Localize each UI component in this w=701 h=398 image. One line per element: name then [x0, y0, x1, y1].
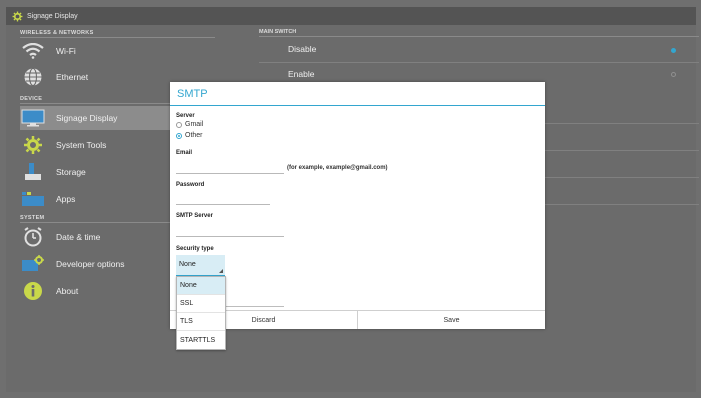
security-type-dropdown: None SSL TLS STARTTLS: [176, 276, 226, 350]
divider: [259, 62, 699, 63]
section-header-system: SYSTEM: [20, 215, 45, 221]
dropdown-option-ssl[interactable]: SSL: [177, 295, 225, 313]
sidebar-item-label: Storage: [56, 167, 86, 177]
dropdown-option-tls[interactable]: TLS: [177, 313, 225, 331]
dialog-buttons: Discard Save: [170, 310, 545, 329]
sidebar-item-label: Developer options: [56, 259, 125, 269]
sidebar-item-label: About: [56, 286, 79, 296]
dropdown-option-starttls[interactable]: STARTTLS: [177, 331, 225, 349]
sidebar-item-label: Date & time: [56, 232, 101, 242]
option-enable[interactable]: Enable: [288, 69, 314, 79]
option-disable[interactable]: Disable: [288, 44, 316, 54]
sidebar-item-label: Ethernet: [56, 72, 89, 82]
sidebar-item-label: Signage Display: [56, 113, 118, 123]
radio-button[interactable]: [176, 121, 182, 128]
dropdown-option-none[interactable]: None: [177, 277, 225, 295]
smtp-server-label: SMTP Server: [176, 213, 213, 219]
gear-icon: [12, 11, 23, 21]
security-type-label: Security type: [176, 246, 214, 252]
sidebar-item-label: Apps: [56, 194, 76, 204]
sidebar-item-label: Wi-Fi: [56, 46, 76, 56]
smtp-dialog: SMTP Server Gmail Other Email (for examp…: [170, 82, 545, 329]
password-field[interactable]: [176, 194, 270, 205]
save-button[interactable]: Save: [357, 311, 545, 329]
divider: [259, 36, 699, 37]
radio-disable[interactable]: [671, 48, 676, 53]
server-label: Server: [176, 113, 195, 119]
divider: [20, 37, 215, 38]
radio-button[interactable]: [176, 132, 182, 139]
dropdown-arrow-icon: [219, 269, 223, 273]
select-value: None: [179, 261, 196, 268]
email-hint: (for example, example@gmail.com): [287, 165, 388, 171]
smtp-server-field[interactable]: [176, 226, 284, 237]
server-option-other[interactable]: Other: [176, 132, 203, 139]
title-bar: Signage Display: [6, 7, 696, 25]
gear-icon: [20, 135, 46, 155]
radio-label: Other: [185, 132, 203, 139]
section-header-wireless: WIRELESS & NETWORKS: [20, 30, 94, 36]
dialog-title-divider: [170, 105, 545, 106]
storage-icon: [20, 162, 46, 182]
radio-enable[interactable]: [671, 72, 676, 77]
password-label: Password: [176, 182, 205, 188]
info-icon: [20, 281, 46, 301]
sidebar-item-label: System Tools: [56, 140, 107, 150]
sidebar-item-wifi[interactable]: Wi-Fi: [20, 39, 218, 63]
developer-icon: [20, 254, 46, 274]
dialog-title: SMTP: [177, 88, 208, 100]
server-option-gmail[interactable]: Gmail: [176, 121, 203, 128]
ethernet-icon: [20, 67, 46, 87]
clock-icon: [20, 227, 46, 247]
wifi-icon: [20, 41, 46, 61]
display-icon: [20, 108, 46, 128]
email-label: Email: [176, 150, 193, 156]
window-title: Signage Display: [27, 12, 78, 20]
section-header-main-switch: MAIN SWITCH: [259, 29, 297, 35]
security-type-select[interactable]: None: [176, 255, 225, 276]
apps-icon: [20, 189, 46, 209]
section-header-device: DEVICE: [20, 96, 43, 102]
radio-label: Gmail: [185, 121, 204, 128]
email-field[interactable]: [176, 163, 284, 174]
